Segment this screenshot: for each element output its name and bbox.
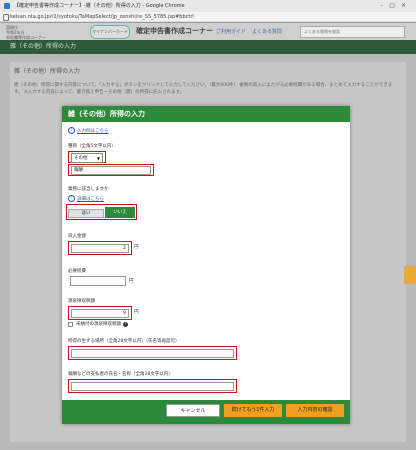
url-text: keisan.nta.go.jp/r2/syotoku/TaMapSelect/… bbox=[10, 14, 194, 20]
income-highlight: 2 bbox=[68, 241, 132, 255]
section-title: 雑（その他）所得の入力 bbox=[14, 68, 81, 75]
payer-input[interactable] bbox=[71, 382, 234, 391]
no-button[interactable]: いいえ bbox=[105, 207, 135, 218]
location-label: 所得の生ずる場所（全角28文字以内）（氏名等再度可） bbox=[68, 339, 180, 344]
withholding-label: 源泉徴収税額 bbox=[68, 299, 95, 304]
faq-link[interactable]: よくある質問 bbox=[252, 28, 282, 35]
business-question: 業務に該当しますか bbox=[68, 187, 109, 192]
search-input[interactable]: よくある質問を検索 bbox=[300, 26, 405, 38]
unpaid-checkbox[interactable] bbox=[68, 322, 73, 327]
withholding-input[interactable]: 9 bbox=[71, 309, 129, 318]
income-unit: 円 bbox=[134, 245, 139, 250]
background-button bbox=[404, 266, 416, 284]
site-logo[interactable]: 国税庁 令和2年分 申告書等作成コーナー bbox=[6, 25, 46, 40]
detail-link[interactable]: ? 詳細はこちら bbox=[68, 195, 104, 202]
section-description: 雑（その他）所得に関する内容について、「入力する」ボタンをクリックして入力してく… bbox=[14, 83, 393, 95]
withholding-highlight: 9 bbox=[68, 306, 132, 320]
lock-icon bbox=[3, 14, 9, 21]
dialog-title: 雑（その他）所得の入力 bbox=[62, 106, 350, 122]
question-icon: ? bbox=[68, 195, 75, 202]
mynumber-card-button[interactable]: マイナンバーカード bbox=[90, 25, 130, 39]
payer-highlight bbox=[68, 379, 237, 393]
withholding-unit: 円 bbox=[134, 310, 139, 315]
type-input-highlight: 報酬 bbox=[68, 164, 154, 176]
chrome-icon bbox=[4, 3, 10, 9]
type-label: 種目（全角5文字以内） bbox=[68, 144, 116, 149]
confirm-button[interactable]: 入力内容の確認 bbox=[286, 404, 344, 417]
expense-unit: 円 bbox=[129, 279, 134, 284]
address-bar[interactable]: keisan.nta.go.jp/r2/syotoku/TaMapSelect/… bbox=[0, 12, 416, 22]
window-titlebar: 【確定申告書等作成コーナー】-雑（その他）所得の入力 - Google Chro… bbox=[0, 0, 416, 12]
type-select[interactable]: その他 ▼ bbox=[71, 153, 103, 163]
page-breadcrumb: 雑（その他）所得の入力 bbox=[0, 40, 416, 54]
question-icon: ? bbox=[68, 127, 75, 134]
unpaid-label: 未納付の源泉徴収税額 bbox=[76, 322, 121, 327]
yes-button[interactable]: はい bbox=[68, 209, 104, 218]
income-input[interactable]: 2 bbox=[71, 244, 129, 253]
chevron-down-icon: ▼ bbox=[96, 156, 100, 161]
site-header: 国税庁 令和2年分 申告書等作成コーナー マイナンバーカード 確定申告書作成コー… bbox=[0, 23, 416, 40]
info-icon[interactable]: ? bbox=[123, 322, 128, 327]
window-title: 【確定申告書等作成コーナー】-雑（その他）所得の入力 - Google Chro… bbox=[14, 3, 185, 9]
cancel-button[interactable]: キャンセル bbox=[166, 404, 220, 417]
example-link[interactable]: ? 入力例はこちら bbox=[68, 127, 109, 134]
type-input[interactable]: 報酬 bbox=[71, 166, 151, 175]
expense-input[interactable] bbox=[70, 276, 126, 286]
corner-title: 確定申告書作成コーナー bbox=[136, 27, 213, 35]
window-controls[interactable]: –□✕ bbox=[380, 0, 412, 12]
location-input[interactable] bbox=[71, 349, 234, 358]
income-label: 収入金額 bbox=[68, 234, 86, 239]
type-select-highlight: その他 ▼ bbox=[68, 151, 106, 163]
guide-link[interactable]: ご利用ガイド bbox=[216, 28, 246, 35]
continue-button[interactable]: 続けてもう1件入力 bbox=[224, 404, 282, 417]
location-highlight bbox=[68, 346, 237, 360]
payer-label: 報酬などの支払者の氏名・名称（全角28文字以内） bbox=[68, 372, 173, 377]
expense-label: 必要経費 bbox=[68, 269, 86, 274]
